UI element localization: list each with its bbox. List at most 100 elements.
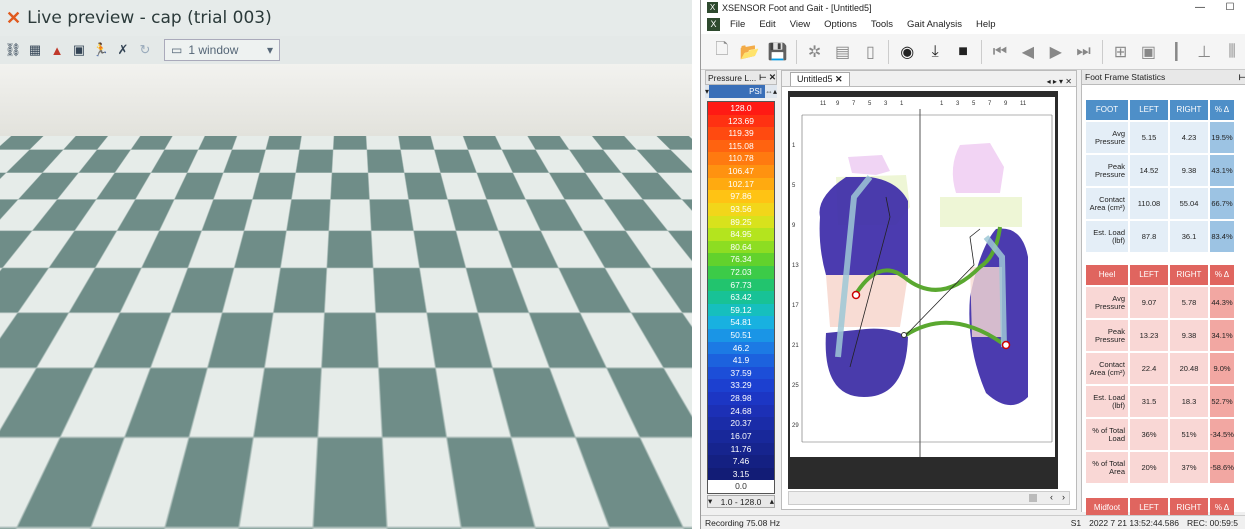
pressure-sheet: 11 9 7 5 3 1 1 3 5 7 9 11 1 5 9 13 17 21 25 29: [790, 97, 1055, 457]
legend-link-icon[interactable]: ⇔: [765, 87, 773, 96]
stats-cell-left: 14.52: [1130, 155, 1168, 186]
pin-icon[interactable]: ⊢: [1239, 72, 1245, 83]
stats-cell-right: 5.78: [1170, 287, 1208, 318]
foot-frame-statistics-panel: Foot Frame Statistics ⊢ FOOT LEFT RIGHT% Δ…: [1081, 70, 1245, 512]
menu-options[interactable]: Options: [824, 19, 857, 30]
ruler-label: 17: [792, 303, 799, 309]
legend-units-row: ▾ PSI ⇔ ▴: [705, 85, 777, 98]
legend-range-bar[interactable]: ▾ 1.0 - 128.0 ▴: [707, 495, 775, 508]
recording-status: Recording 75.08 Hz: [705, 518, 1071, 528]
stats-cell-label: Avg Pressure: [1086, 287, 1128, 318]
legend-level: 93.56: [708, 203, 774, 216]
pressure-canvas[interactable]: 11 9 7 5 3 1 1 3 5 7 9 11 1 5 9 13 17 21 25 29: [788, 91, 1058, 489]
ruler-label: 5: [868, 101, 872, 107]
menu-file[interactable]: File: [730, 19, 745, 30]
adjust-icon[interactable]: ⊥: [1191, 39, 1217, 65]
menu-help[interactable]: Help: [976, 19, 996, 30]
close-tab-icon[interactable]: ✕: [835, 74, 843, 84]
grid-icon[interactable]: ▦: [26, 41, 44, 59]
skeleton-icon[interactable]: ✗: [114, 41, 132, 59]
maximize-icon[interactable]: ☐: [1215, 2, 1245, 13]
stop-icon[interactable]: ■: [950, 39, 976, 65]
live-preview-titlebar: ✕ Live preview - cap (trial 003): [0, 0, 692, 36]
card-icon[interactable]: ▯: [857, 39, 883, 65]
runner-icon[interactable]: 🏃: [92, 41, 110, 59]
stats-panel-header: Foot Frame Statistics ⊢: [1082, 70, 1245, 85]
tab-label: Untitled5: [797, 74, 833, 84]
play-icon[interactable]: ▶: [1043, 39, 1069, 65]
close-icon[interactable]: ✕: [769, 72, 776, 83]
legend-level: 7.46: [708, 455, 774, 468]
legend-level: 28.98: [708, 392, 774, 405]
rotate-icon[interactable]: ↻: [136, 41, 154, 59]
frame-icon[interactable]: ▣: [1135, 39, 1161, 65]
scroll-right-icon[interactable]: ›: [1062, 492, 1065, 502]
left-midfoot-region: [826, 275, 908, 327]
legend-units: PSI: [709, 85, 765, 98]
right-toe-region: [953, 143, 1004, 193]
scroll-left-icon[interactable]: ‹: [1050, 492, 1053, 502]
live-preview-toolbar: ⛓ ▦ ▲ ▣ 🏃 ✗ ↻ ▭ 1 window ▾: [0, 36, 692, 64]
step-back-icon[interactable]: ◀: [1015, 39, 1041, 65]
eye-icon[interactable]: ◉: [894, 39, 920, 65]
window-layout-select[interactable]: ▭ 1 window ▾: [164, 39, 280, 61]
legend-level: 97.86: [708, 190, 774, 203]
pin-icon[interactable]: ⊢: [759, 72, 766, 83]
menu-edit[interactable]: Edit: [759, 19, 775, 30]
export-icon[interactable]: ▤: [830, 39, 856, 65]
stats-header-cell: RIGHT: [1170, 265, 1208, 285]
stats-cell-pct: 66.7%: [1210, 188, 1234, 219]
minimize-icon[interactable]: —: [1185, 2, 1215, 13]
close-icon[interactable]: ✕: [6, 8, 21, 29]
stats-cell-pct: 52.7%: [1210, 386, 1234, 417]
warning-icon[interactable]: ▲: [48, 41, 66, 59]
ruler-label: 7: [988, 101, 992, 107]
tab-nav-icons[interactable]: ◂ ▸ ▾ ✕: [1047, 77, 1076, 86]
scene-floor: [0, 136, 692, 529]
stats-cell-right: 36.1: [1170, 221, 1208, 252]
stats-cell-label: % of Total Area: [1086, 452, 1128, 483]
heel-stats-table: Heel LEFT RIGHT% Δ Avg Pressure 9.07 5.78 44.3…: [1086, 265, 1236, 485]
legend-range: 1.0 - 128.0: [712, 497, 769, 507]
main-toolbar: 🗋 📂 💾 ✲ ▤ ▯ ◉ ⤓ ■ ⏮ ◀ ▶ ⏭ ⊞ ▣ ┃ ⊥ ⫼: [701, 34, 1245, 70]
tab-untitled5[interactable]: Untitled5 ✕: [790, 72, 850, 86]
app-menu-logo-icon[interactable]: X: [707, 18, 720, 31]
range-up-icon[interactable]: ▴: [770, 496, 774, 507]
avatar-figure: [390, 262, 500, 502]
stats-row: Est. Load (lbf) 31.5 18.3 52.7%: [1086, 386, 1236, 417]
legend-level: 89.25: [708, 216, 774, 229]
menu-tools[interactable]: Tools: [871, 19, 893, 30]
new-file-icon[interactable]: 🗋: [709, 39, 735, 65]
cop-midpoint-marker: [902, 333, 907, 338]
image-icon[interactable]: ▣: [70, 41, 88, 59]
stats-cell-pct: 83.4%: [1210, 221, 1234, 252]
menu-view[interactable]: View: [790, 19, 810, 30]
scrollbar-thumb[interactable]: [1029, 494, 1037, 502]
stats-cell-pct: 44.3%: [1210, 287, 1234, 318]
download-icon[interactable]: ⤓: [922, 39, 948, 65]
foot-pressure-map: 11 9 7 5 3 1 1 3 5 7 9 11 1591317212529: [790, 97, 1055, 457]
stats-cell-pct: -34.5%: [1210, 419, 1234, 450]
save-icon[interactable]: 💾: [765, 39, 791, 65]
stats-header-row: FOOT LEFT RIGHT% Δ: [1086, 100, 1236, 120]
ruler-label: 5: [792, 183, 796, 189]
skip-back-icon[interactable]: ⏮: [987, 39, 1013, 65]
stats-header-cell: Heel: [1086, 265, 1128, 285]
stats-cell-right: 4.23: [1170, 122, 1208, 153]
menu-gait-analysis[interactable]: Gait Analysis: [907, 19, 962, 30]
playback-scrollbar[interactable]: ‹ ›: [788, 491, 1070, 505]
stats-row: % of Total Area 20% 37% -58.6%: [1086, 452, 1236, 483]
stats-cell-right: 20.48: [1170, 353, 1208, 384]
slider-icon[interactable]: ┃: [1163, 39, 1189, 65]
stats-cell-left: 20%: [1130, 452, 1168, 483]
link-icon[interactable]: ⛓: [4, 41, 22, 59]
legend-up-icon[interactable]: ▴: [773, 87, 777, 96]
legend-level: 102.17: [708, 178, 774, 191]
open-folder-icon[interactable]: 📂: [737, 39, 763, 65]
layout-icon[interactable]: ⊞: [1108, 39, 1134, 65]
status-timestamp: 2022 7 21 13:52:44.586: [1089, 518, 1179, 528]
sensor-icon[interactable]: ✲: [802, 39, 828, 65]
stats-cell-left: 31.5: [1130, 386, 1168, 417]
bars-icon[interactable]: ⫼: [1219, 39, 1245, 65]
skip-forward-icon[interactable]: ⏭: [1071, 39, 1097, 65]
